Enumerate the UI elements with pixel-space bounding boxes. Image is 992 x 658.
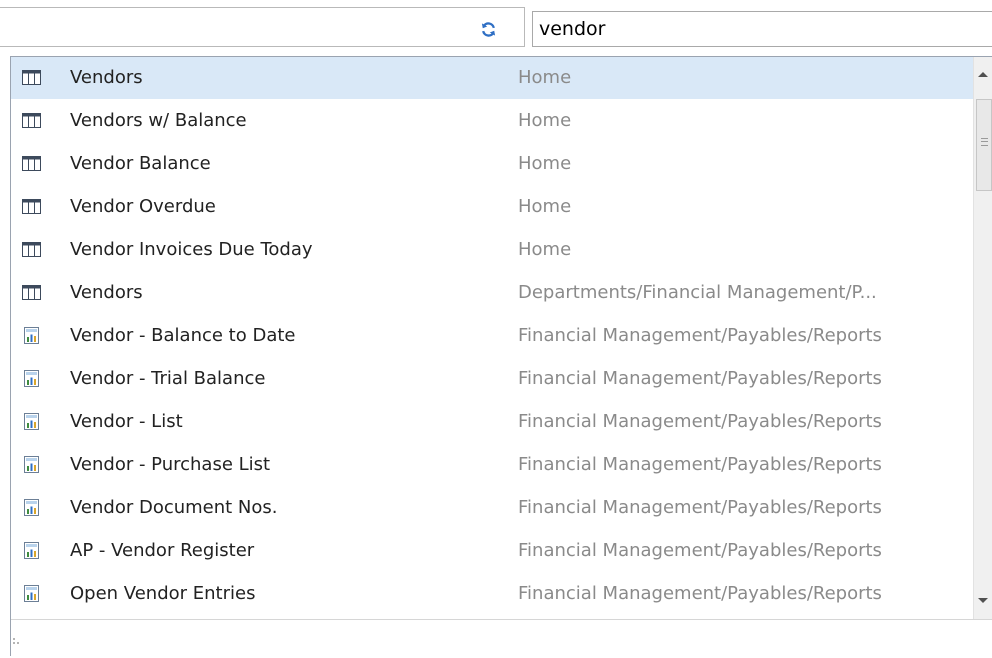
result-row[interactable]: Vendor Invoices Due Today Home bbox=[11, 229, 973, 271]
report-icon bbox=[22, 542, 41, 559]
result-path: Home bbox=[518, 239, 572, 260]
result-path: Financial Management/Payables/Reports bbox=[518, 325, 882, 346]
table-page-icon bbox=[22, 241, 41, 258]
table-page-icon bbox=[22, 69, 41, 86]
result-path: Departments/Financial Management/P... bbox=[518, 282, 877, 303]
result-path: Financial Management/Payables/Reports bbox=[518, 454, 882, 475]
result-name: Vendors bbox=[70, 282, 143, 303]
table-page-icon bbox=[22, 198, 41, 215]
table-page-icon bbox=[22, 155, 41, 172]
result-name: Vendor Invoices Due Today bbox=[70, 239, 313, 260]
scroll-down-arrow-icon[interactable] bbox=[978, 598, 988, 603]
result-name: Vendor Document Nos. bbox=[70, 497, 278, 518]
result-row[interactable]: Vendor Document Nos. Financial Management… bbox=[11, 487, 973, 529]
report-icon bbox=[22, 456, 41, 473]
refresh-icon[interactable] bbox=[480, 21, 497, 38]
result-path: Financial Management/Payables/Reports bbox=[518, 368, 882, 389]
result-path: Home bbox=[518, 110, 572, 131]
result-name: Vendors bbox=[70, 67, 143, 88]
result-row[interactable]: Vendor - Balance to Date Financial Manage… bbox=[11, 315, 973, 357]
scroll-thumb[interactable] bbox=[976, 99, 992, 191]
report-icon bbox=[22, 499, 41, 516]
results-list: Vendors Home Vendors w/ Balance Home Vendor … bbox=[11, 57, 973, 619]
result-path: Home bbox=[518, 67, 572, 88]
report-icon bbox=[22, 585, 41, 602]
result-path: Financial Management/Payables/Reports bbox=[518, 583, 882, 604]
report-icon bbox=[22, 327, 41, 344]
result-row[interactable]: Vendor - List Financial Management/Payabl… bbox=[11, 401, 973, 443]
result-name: Vendor Balance bbox=[70, 153, 211, 174]
result-name: Vendor - Balance to Date bbox=[70, 325, 296, 346]
result-path: Financial Management/Payables/Reports bbox=[518, 411, 882, 432]
result-name: Open Vendor Entries bbox=[70, 583, 256, 604]
result-name: Vendor - Purchase List bbox=[70, 454, 271, 475]
search-results-dropdown: Vendors Home Vendors w/ Balance Home Vendor … bbox=[10, 56, 992, 658]
vertical-scrollbar[interactable] bbox=[973, 57, 992, 619]
result-name: Vendors w/ Balance bbox=[70, 110, 247, 131]
report-icon bbox=[22, 413, 41, 430]
scroll-grip-icon bbox=[981, 138, 988, 146]
result-path: Home bbox=[518, 153, 572, 174]
resize-grip-icon[interactable] bbox=[13, 636, 23, 646]
result-row[interactable]: Vendors w/ Balance Home bbox=[11, 100, 973, 142]
result-row[interactable]: Vendor Balance Home bbox=[11, 143, 973, 185]
report-icon bbox=[22, 370, 41, 387]
search-input[interactable] bbox=[535, 14, 989, 44]
top-bar bbox=[0, 0, 992, 54]
dropdown-footer bbox=[11, 619, 992, 658]
address-bar[interactable] bbox=[0, 7, 525, 47]
table-page-icon bbox=[22, 284, 41, 301]
result-path: Financial Management/Payables/Reports bbox=[518, 540, 882, 561]
result-row[interactable]: Open Vendor Entries Financial Management/… bbox=[11, 573, 973, 615]
search-box[interactable] bbox=[532, 11, 992, 47]
result-row[interactable]: Vendors Departments/Financial Management/… bbox=[11, 272, 973, 314]
result-row[interactable]: Vendor Overdue Home bbox=[11, 186, 973, 228]
result-row[interactable]: Vendor - Purchase List Financial Manageme… bbox=[11, 444, 973, 486]
result-path: Financial Management/Payables/Reports bbox=[518, 497, 882, 518]
result-name: Vendor - Trial Balance bbox=[70, 368, 266, 389]
result-name: AP - Vendor Register bbox=[70, 540, 255, 561]
result-path: Home bbox=[518, 196, 572, 217]
table-page-icon bbox=[22, 112, 41, 129]
result-row[interactable]: Vendors Home bbox=[11, 57, 973, 99]
scroll-up-arrow-icon[interactable] bbox=[978, 72, 988, 77]
result-name: Vendor Overdue bbox=[70, 196, 216, 217]
result-name: Vendor - List bbox=[70, 411, 183, 432]
result-row[interactable]: Vendor - Trial Balance Financial Manageme… bbox=[11, 358, 973, 400]
result-row[interactable]: AP - Vendor Register Financial Management… bbox=[11, 530, 973, 572]
